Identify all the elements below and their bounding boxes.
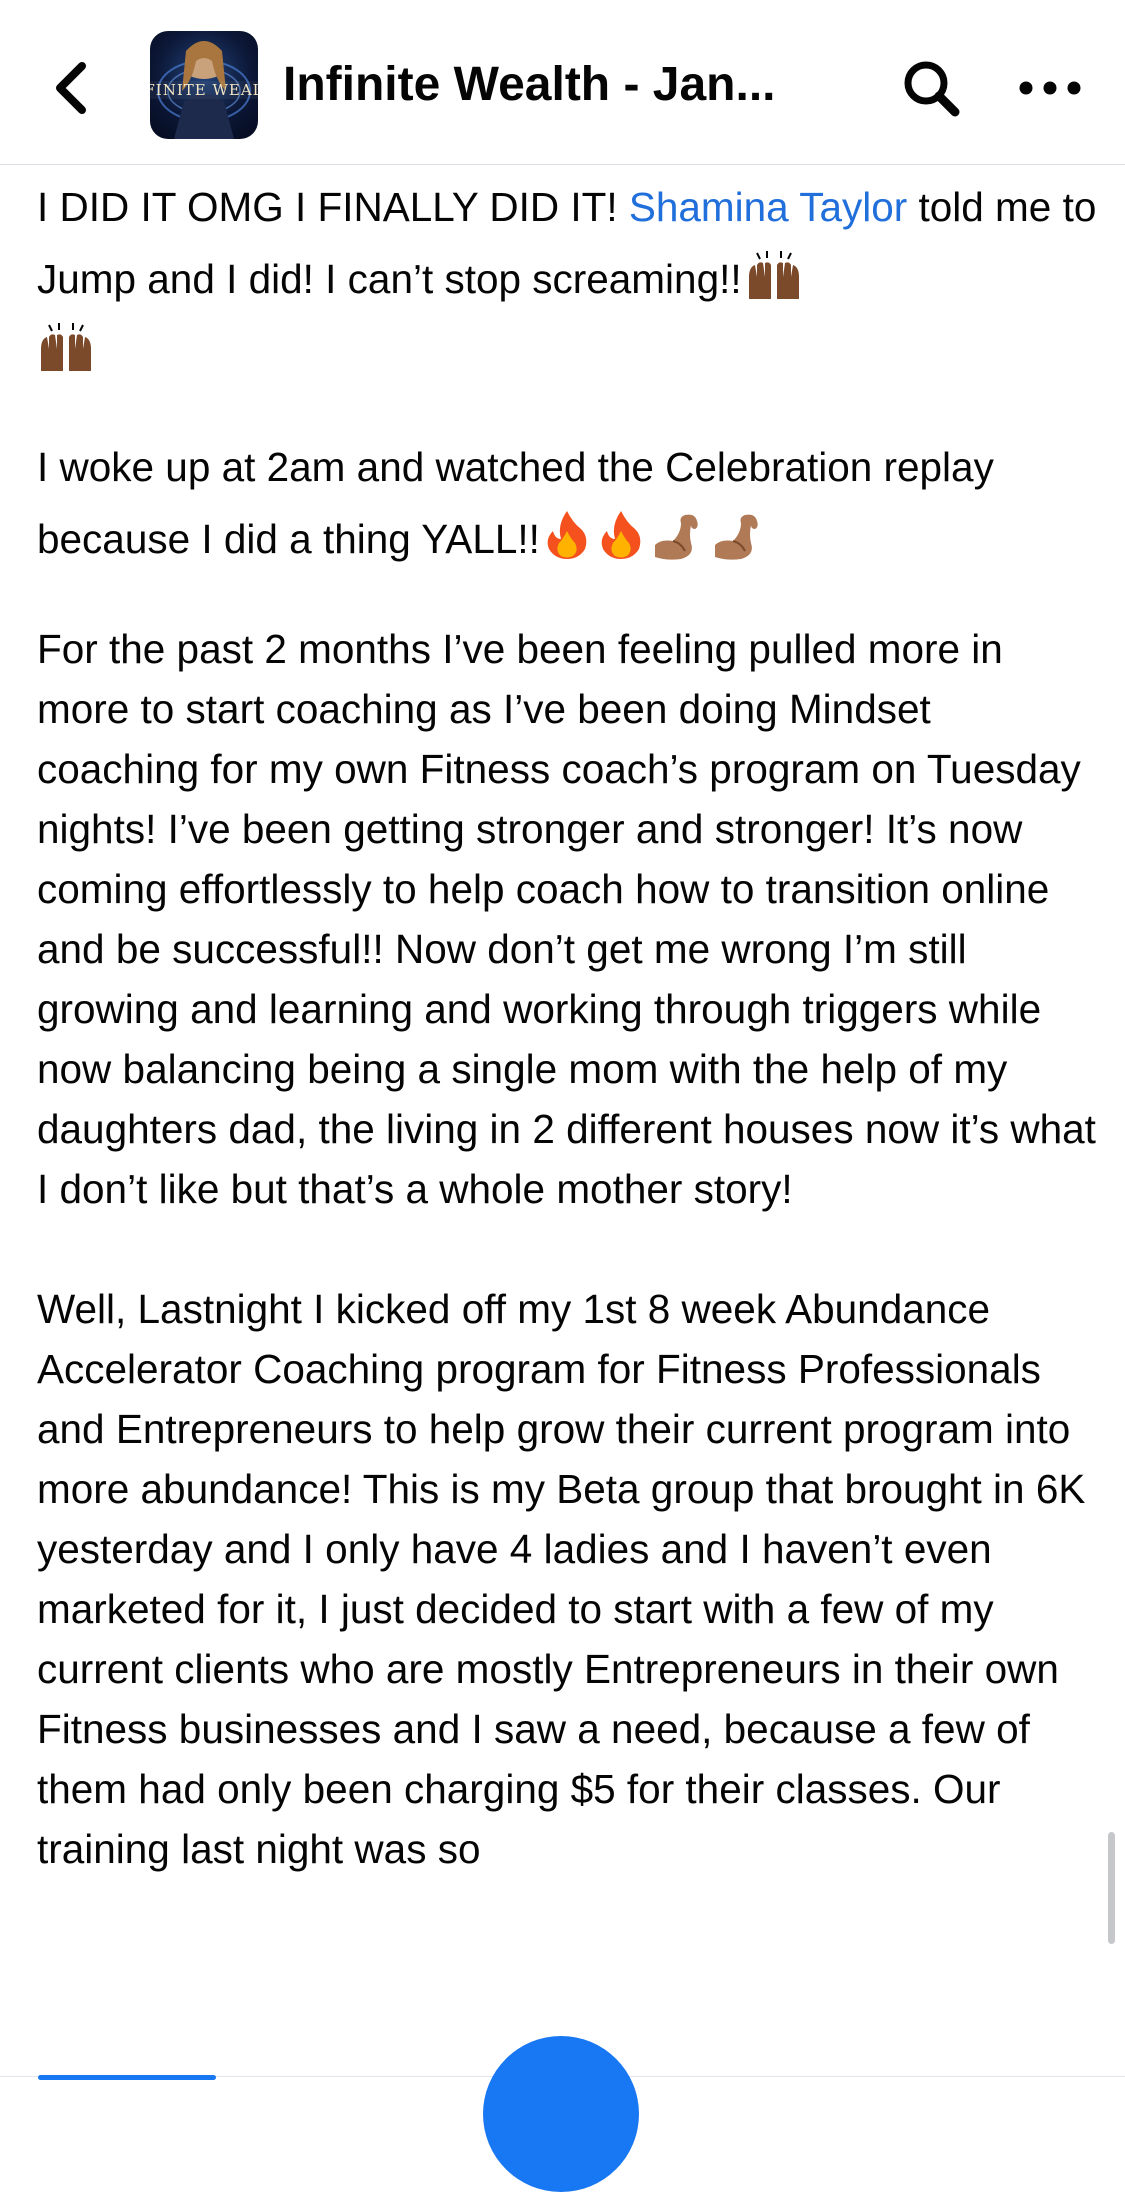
mention-link[interactable]: Shamina Taylor	[629, 184, 907, 230]
post-paragraph-3: For the past 2 months I’ve been feeling …	[37, 626, 1096, 1212]
flexed-biceps-icon	[714, 514, 758, 560]
back-button[interactable]	[40, 48, 100, 128]
more-options-button[interactable]	[1010, 50, 1090, 126]
post-body: I DID IT OMG I FINALLY DID IT! Shamina T…	[37, 165, 1097, 1879]
group-avatar-image: FINITE WEAL	[150, 41, 258, 139]
search-icon	[904, 61, 960, 117]
post-paragraph-1: I DID IT OMG I FINALLY DID IT! Shamina T…	[37, 165, 1097, 387]
more-horizontal-icon	[1019, 81, 1081, 95]
raising-hands-icon	[748, 251, 799, 299]
scroll-indicator[interactable]	[1108, 1832, 1115, 1944]
group-avatar[interactable]: FINITE WEAL	[150, 31, 258, 139]
raising-hands-icon	[41, 323, 91, 371]
floating-action-button[interactable]	[483, 2036, 639, 2192]
post-paragraph-2: I woke up at 2am and watched the Celebra…	[37, 425, 1097, 575]
group-title[interactable]: Infinite Wealth - Jan...	[283, 50, 823, 120]
group-header: FINITE WEAL Infinite Wealth - Jan...	[0, 0, 1125, 165]
fire-icon	[547, 511, 587, 559]
fire-icon	[601, 511, 641, 559]
post-text: I woke up at 2am and watched the Celebra…	[37, 444, 994, 562]
post-paragraph-4: Well, Lastnight I kicked off my 1st 8 we…	[37, 1286, 1086, 1872]
chevron-left-icon	[56, 62, 86, 114]
post-text: I DID IT OMG I FINALLY DID IT!	[37, 184, 629, 230]
flexed-biceps-icon	[654, 514, 698, 560]
active-tab-indicator	[38, 2075, 216, 2080]
group-avatar-text: FINITE WEAL	[150, 81, 258, 99]
search-button[interactable]	[893, 50, 969, 126]
